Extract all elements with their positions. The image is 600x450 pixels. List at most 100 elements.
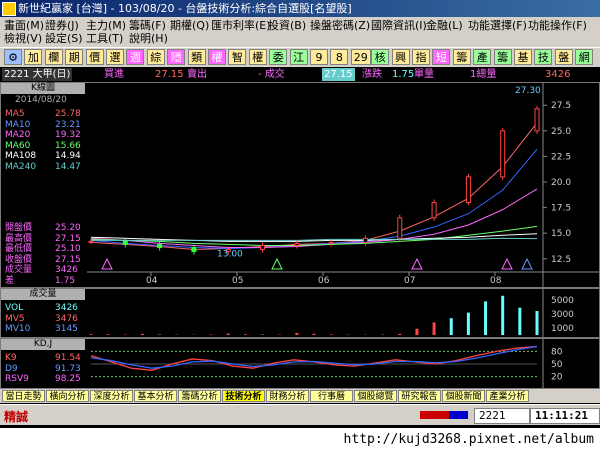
- toolbar-button[interactable]: 類: [187, 49, 206, 65]
- candle-body: [88, 240, 94, 243]
- menu-item[interactable]: 主力(M): [86, 19, 126, 33]
- volume-bar: [140, 333, 144, 335]
- toolbar-button[interactable]: 隱: [167, 49, 186, 65]
- toolbar-button[interactable]: 興: [391, 49, 410, 65]
- toolbar-button[interactable]: 江: [289, 49, 308, 65]
- indicator-name: 最低價: [5, 244, 33, 254]
- toolbar-button[interactable]: 盤: [554, 49, 573, 65]
- total-vol-label: 1總量: [470, 69, 497, 80]
- menu-item[interactable]: 國際資訊(I): [371, 19, 427, 33]
- kline-header: K線圖: [1, 83, 85, 94]
- candle-body: [534, 108, 540, 132]
- signal-marker: [271, 257, 283, 270]
- analysis-tab[interactable]: 當日走勢: [2, 390, 45, 402]
- candle-body: [431, 201, 437, 219]
- toolbar-button[interactable]: 網: [575, 49, 594, 65]
- candle-body: [362, 237, 368, 243]
- series-line-k9: [90, 345, 538, 371]
- trade-label: - 成交: [258, 69, 285, 80]
- toolbar-button[interactable]: 綜: [146, 49, 165, 65]
- menu-item[interactable]: 畫面(M): [4, 19, 44, 33]
- toolbar-button[interactable]: 期: [65, 49, 84, 65]
- toolbar-button[interactable]: ⚙: [4, 49, 22, 65]
- analysis-tab[interactable]: 個股總覽: [354, 390, 397, 402]
- indicator-value: 3426: [55, 303, 78, 313]
- candle-body: [260, 244, 266, 251]
- analysis-tab[interactable]: 技術分析: [222, 390, 265, 402]
- menu-item[interactable]: 匯市利率(E): [211, 19, 271, 33]
- menu-item[interactable]: 投資(B): [268, 19, 306, 33]
- toolbar-button[interactable]: 權: [248, 49, 267, 65]
- analysis-tab[interactable]: 個股新聞: [442, 390, 485, 402]
- indicator-value: 3426: [55, 265, 78, 275]
- analysis-tab[interactable]: 研究報告: [398, 390, 441, 402]
- analysis-tab[interactable]: 橫向分析: [46, 390, 89, 402]
- app-icon: [2, 2, 16, 16]
- quote-info-bar: 2221 大甲(日) 買進 27.15 賣出 - 成交 27.15 漲跌 1.7…: [0, 68, 600, 81]
- menu-item[interactable]: 操盤密碼(Z): [310, 19, 370, 33]
- volume-bar: [535, 311, 539, 335]
- toolbar-button[interactable]: 29: [350, 49, 371, 65]
- toolbar-button[interactable]: 智: [228, 49, 247, 65]
- volume-bar: [398, 333, 402, 335]
- menu-item[interactable]: 期權(Q): [170, 19, 209, 33]
- toolbar-button[interactable]: 產: [473, 49, 492, 65]
- menu-item[interactable]: 工具(T): [86, 32, 123, 46]
- analysis-tab[interactable]: 產業分析: [486, 390, 529, 402]
- toolbar-button[interactable]: 籌: [493, 49, 512, 65]
- volume-bar: [295, 332, 299, 335]
- menu-bar: 畫面(M) 證券(J) 主力(M) 籌碼(F) 期權(Q) 匯市利率(E) 投資(B) 操盤密…: [0, 17, 600, 47]
- kline-chart[interactable]: 27.5 25.0 22.5 20.0 17.5 15.0 12.5 04 05 06 07 08 27…: [87, 83, 599, 287]
- signal-marker: [101, 257, 113, 270]
- analysis-tab[interactable]: 籌碼分析: [178, 390, 221, 402]
- toolbar-button[interactable]: 核: [371, 49, 390, 65]
- indicator-name: D9: [5, 363, 18, 374]
- toolbar-button[interactable]: 技: [534, 49, 553, 65]
- toolbar-button[interactable]: 籌: [452, 49, 471, 65]
- menu-item[interactable]: 功能操作(F): [528, 19, 587, 33]
- menu-item[interactable]: 檢視(V): [4, 32, 42, 46]
- volume-chart[interactable]: 5000 3000 1000: [87, 289, 599, 337]
- stock-name[interactable]: 2221 大甲(日): [2, 68, 73, 81]
- series-line-ma60: [90, 225, 538, 246]
- status-stock-code[interactable]: 2221: [474, 408, 530, 424]
- menu-item[interactable]: 證券(J): [45, 19, 79, 33]
- toolbar-button[interactable]: 委: [269, 49, 288, 65]
- toolbar-button[interactable]: 權: [208, 49, 226, 65]
- watermark-url: http://kujd3268.pixnet.net/album: [343, 432, 594, 447]
- analysis-tab[interactable]: 財務分析: [266, 390, 309, 402]
- volume-panel: 成交量 VOL 3426 MV5 3476 MV10 3145 5000 3000 1000: [0, 288, 600, 338]
- toolbar-button[interactable]: 選: [106, 49, 124, 65]
- volume-bar: [518, 307, 522, 335]
- candle-body: [465, 176, 471, 203]
- toolbar-button[interactable]: 指: [412, 49, 430, 65]
- toolbar-button[interactable]: 欄: [44, 49, 63, 65]
- toolbar-button[interactable]: 8: [330, 49, 349, 65]
- indicator-value: 27.15: [55, 233, 81, 244]
- indicator-value: 91.54: [55, 353, 81, 363]
- analysis-tab[interactable]: 基本分析: [134, 390, 177, 402]
- toolbar-button[interactable]: 價: [85, 49, 104, 65]
- watermark-strip: http://kujd3268.pixnet.net/album: [0, 428, 600, 450]
- y-tick-label: 1000: [551, 324, 574, 334]
- indicator-value: 14.94: [55, 151, 81, 161]
- analysis-tab[interactable]: 行事曆: [310, 390, 353, 402]
- signal-marker: [501, 257, 513, 270]
- menu-item[interactable]: 籌碼(F): [129, 19, 166, 33]
- menu-item[interactable]: 功能選擇(F): [468, 19, 527, 33]
- menu-item[interactable]: 設定(S): [45, 32, 83, 46]
- toolbar-button[interactable]: 9: [310, 49, 328, 65]
- indicator-name: 收盤價: [5, 254, 33, 265]
- kd-chart[interactable]: 80 50 20: [87, 339, 599, 388]
- toolbar-button[interactable]: 加: [24, 49, 43, 65]
- y-tick-label: 12.5: [551, 255, 571, 265]
- x-tick-label: 08: [490, 276, 502, 286]
- toolbar-button[interactable]: 週: [126, 49, 145, 65]
- y-tick-label: 25.0: [551, 127, 571, 137]
- menu-item[interactable]: 金融(L): [426, 19, 463, 33]
- menu-item[interactable]: 說明(H): [129, 32, 168, 46]
- toolbar-button[interactable]: 基: [514, 49, 532, 65]
- analysis-tab[interactable]: 深度分析: [90, 390, 133, 402]
- toolbar-button[interactable]: 短: [432, 49, 451, 65]
- volume-header: 成交量: [1, 289, 85, 300]
